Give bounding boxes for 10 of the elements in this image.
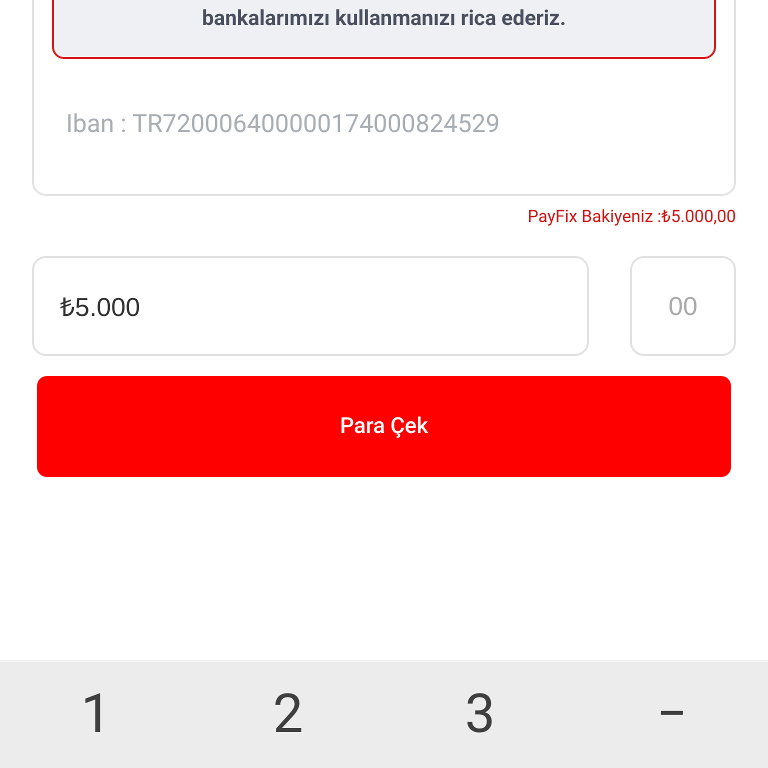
amount-field[interactable]: ₺5.000	[32, 256, 589, 356]
keyboard-key[interactable]: −	[646, 683, 698, 747]
keyboard-key[interactable]: 3	[454, 683, 506, 747]
keyboard-key[interactable]: 1	[70, 683, 122, 747]
keyboard-key[interactable]: 2	[262, 683, 314, 747]
notice-text: bankalarımızı kullanmanızı rica ederiz.	[202, 6, 566, 33]
iban-text: Iban : TR720006400000174000824529	[66, 109, 500, 141]
balance-text: PayFix Bakiyeniz :₺5.000,00	[528, 206, 736, 229]
withdraw-button[interactable]: Para Çek	[37, 376, 731, 477]
cents-field[interactable]: 00	[630, 256, 736, 356]
